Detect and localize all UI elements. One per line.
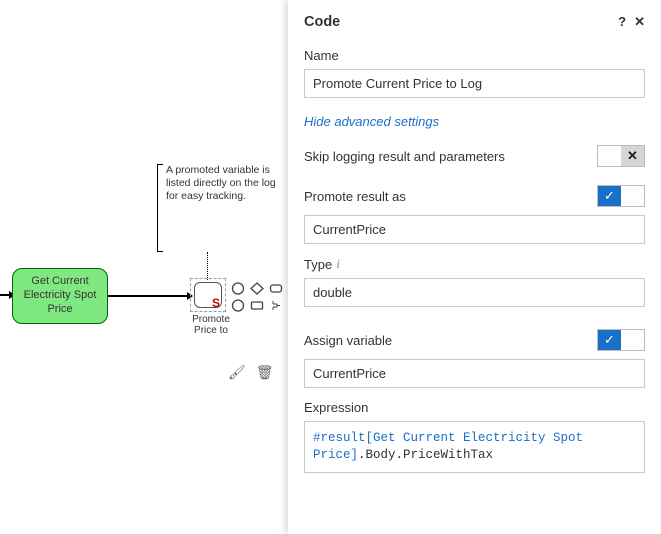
toggle-skip-logging-off: ✕ — [621, 146, 644, 166]
connector-line — [108, 295, 192, 297]
name-field[interactable] — [304, 69, 645, 98]
script-badge-icon: S — [212, 296, 224, 308]
shape-palette — [230, 282, 288, 312]
shape-rect-icon[interactable] — [249, 299, 264, 312]
toggle-skip-logging[interactable]: ✕ — [597, 145, 645, 167]
label-name: Name — [304, 48, 645, 63]
label-skip-logging: Skip logging result and parameters — [304, 149, 505, 164]
promote-result-field[interactable] — [304, 215, 645, 244]
label-promote-result: Promote result as — [304, 189, 406, 204]
node-label: Get Current Electricity Spot Price — [13, 275, 107, 316]
node-get-current-electricity-spot-price[interactable]: Get Current Electricity Spot Price — [12, 268, 108, 324]
toggle-promote-on: ✓ — [598, 186, 621, 206]
trash-icon[interactable]: 🗑 — [256, 364, 274, 381]
toggle-promote-off — [621, 186, 644, 206]
shape-circle2-icon[interactable] — [230, 299, 245, 312]
annotation-link-line — [207, 252, 208, 280]
shape-diamond-icon[interactable] — [249, 282, 264, 295]
shape-branch-icon[interactable] — [268, 299, 283, 312]
assign-variable-field[interactable] — [304, 359, 645, 388]
label-expression: Expression — [304, 400, 645, 415]
properties-panel: Code ? ✕ Name Hide advanced settings Ski… — [288, 0, 661, 534]
shape-rounded-rect-icon[interactable] — [268, 282, 283, 295]
type-field[interactable] — [304, 278, 645, 307]
expression-field[interactable]: #result[Get Current Electricity Spot Pri… — [304, 421, 645, 473]
toggle-promote-result[interactable]: ✓ — [597, 185, 645, 207]
label-type-text: Type — [304, 257, 332, 272]
panel-title: Code — [304, 14, 340, 30]
brush-icon[interactable]: 🖌 — [228, 364, 246, 381]
shape-circle-icon[interactable] — [230, 282, 245, 295]
toggle-assign-variable[interactable]: ✓ — [597, 329, 645, 351]
hide-advanced-link[interactable]: Hide advanced settings — [304, 114, 439, 129]
info-icon[interactable]: i — [336, 256, 340, 272]
toggle-skip-logging-on — [598, 146, 621, 166]
node-promote-price-label: Promote Price to — [188, 314, 234, 336]
expression-tail: .Body.PriceWithTax — [358, 448, 493, 462]
help-icon[interactable]: ? — [618, 14, 626, 30]
toggle-assign-on: ✓ — [598, 330, 621, 350]
canvas-tools: 🖌 🗑 — [228, 364, 274, 381]
annotation-bracket — [157, 164, 163, 252]
workflow-canvas[interactable]: Get Current Electricity Spot Price A pro… — [0, 0, 288, 534]
annotation-note: A promoted variable is listed directly o… — [166, 164, 276, 203]
close-icon[interactable]: ✕ — [634, 14, 645, 30]
toggle-assign-off — [621, 330, 644, 350]
label-type: Type i — [304, 256, 645, 272]
label-assign-variable: Assign variable — [304, 333, 392, 348]
